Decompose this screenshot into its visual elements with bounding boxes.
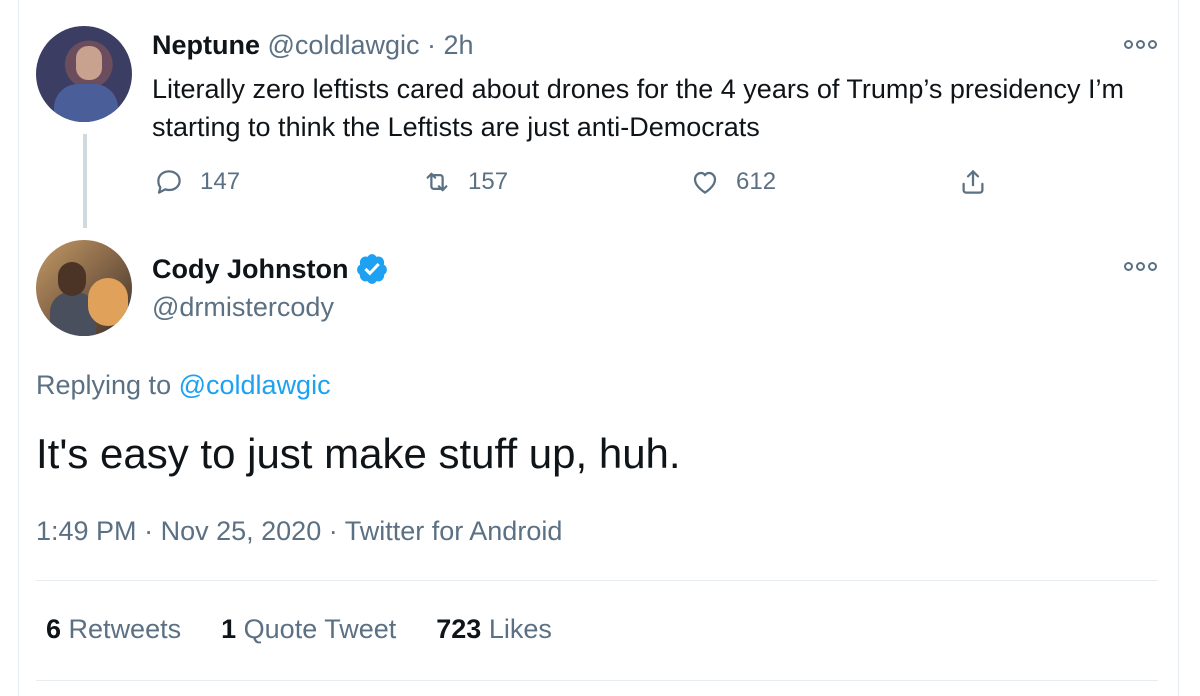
reply-count: 147 (200, 168, 241, 195)
retweets-stat[interactable]: 6 Retweets (46, 612, 181, 646)
divider (36, 680, 1158, 681)
parent-author-handle[interactable]: @coldlawgic (268, 30, 420, 60)
like-button[interactable]: 612 (690, 166, 776, 198)
main-author-handle[interactable]: @drmistercody (152, 290, 334, 324)
main-author-name[interactable]: Cody Johnston (152, 252, 349, 286)
replying-handle-link[interactable]: @coldlawgic (179, 370, 331, 400)
avatar-face (76, 46, 102, 80)
parent-tweet-header: Neptune @coldlawgic · 2h (152, 28, 474, 62)
parent-more-button[interactable] (1124, 36, 1158, 52)
main-tweet-text: It's easy to just make stuff up, huh. (36, 430, 681, 477)
replying-prefix: Replying to (36, 370, 172, 400)
main-author-name-row[interactable]: Cody Johnston (152, 252, 389, 286)
reply-icon (157, 170, 181, 194)
share-icon (962, 170, 984, 194)
quotes-stat[interactable]: 1 Quote Tweet (221, 612, 396, 646)
tweet-meta: 1:49 PM · Nov 25, 2020 · Twitter for And… (36, 514, 562, 548)
more-dot (1148, 261, 1157, 271)
parent-tweet-time[interactable]: 2h (444, 30, 474, 60)
tweet-time[interactable]: 1:49 PM (36, 516, 137, 546)
tweet-source[interactable]: Twitter for Android (345, 516, 563, 546)
retweet-icon (426, 172, 448, 192)
neptune-avatar[interactable] (36, 26, 132, 122)
parent-author-name[interactable]: Neptune (152, 30, 260, 60)
replying-to: Replying to @coldlawgic (36, 368, 331, 402)
reply-button[interactable]: 147 (154, 166, 240, 198)
quotes-label: Quote Tweet (243, 614, 397, 644)
frame-right-border (1178, 0, 1179, 696)
likes-label: Likes (488, 614, 552, 644)
tweet-date[interactable]: Nov 25, 2020 (161, 516, 322, 546)
likes-count: 723 (436, 614, 482, 644)
more-dot (1136, 261, 1145, 271)
verified-badge-icon (356, 254, 387, 284)
more-dot (1136, 39, 1145, 49)
parent-tweet-text: Literally zero leftists cared about dron… (152, 74, 1124, 142)
main-more-button[interactable] (1124, 258, 1158, 274)
cody-avatar[interactable] (36, 240, 132, 336)
likes-stat[interactable]: 723 Likes (436, 612, 552, 646)
tweet-stats: 6 Retweets 1 Quote Tweet 723 Likes (46, 612, 552, 646)
more-dot (1124, 39, 1133, 49)
more-dot (1124, 261, 1133, 271)
header-separator: · (427, 30, 436, 60)
avatar-cat (88, 278, 128, 326)
thread-connector-line (83, 134, 87, 228)
divider (36, 580, 1158, 581)
retweet-count: 157 (468, 168, 509, 195)
avatar-head (58, 262, 86, 296)
like-icon (693, 171, 717, 194)
like-count: 612 (736, 168, 777, 195)
retweets-count: 6 (46, 614, 62, 644)
share-button[interactable] (958, 166, 988, 198)
meta-separator: · (144, 516, 154, 546)
retweets-label: Retweets (68, 614, 182, 644)
more-dot (1148, 39, 1157, 49)
frame-left-border (18, 0, 19, 696)
quotes-count: 1 (221, 614, 237, 644)
meta-separator: · (328, 516, 338, 546)
avatar-shirt (54, 84, 118, 122)
retweet-button[interactable]: 157 (422, 166, 508, 198)
